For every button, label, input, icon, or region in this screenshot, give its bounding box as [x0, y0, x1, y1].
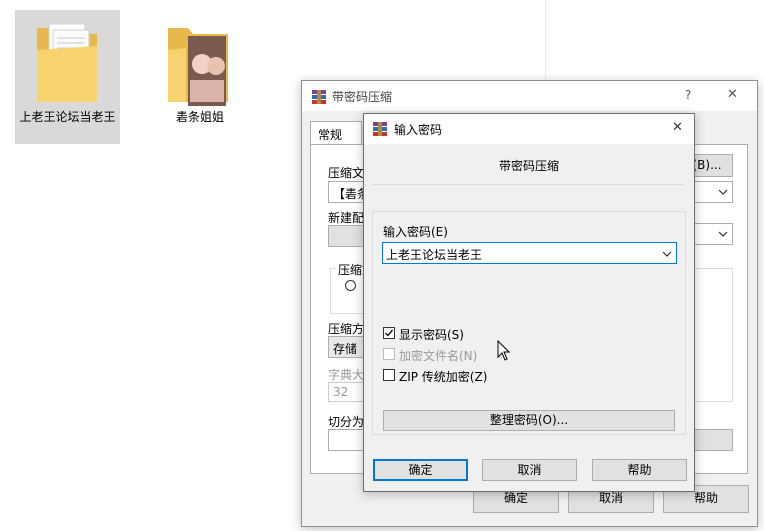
show-password-label: 显示密码(S) — [399, 328, 464, 342]
password-dialog-heading: 带密码压缩 — [498, 159, 559, 173]
encrypt-filenames-label: 加密文件名(N) — [399, 349, 478, 363]
folder-icon — [37, 23, 97, 102]
archive-name-label: 压缩文 — [328, 166, 365, 180]
checkmark-icon — [385, 329, 394, 337]
tab-general[interactable]: 常规 — [310, 121, 362, 145]
desktop-divider — [545, 0, 546, 80]
chevron-down-icon — [718, 231, 728, 237]
desktop-item-label: 砉条姐姐 — [175, 110, 224, 124]
zip-legacy-encryption-checkbox[interactable] — [383, 369, 395, 381]
show-password-checkbox[interactable] — [383, 327, 395, 339]
chevron-down-icon[interactable] — [662, 251, 672, 257]
winrar-icon — [373, 122, 387, 136]
mouse-cursor-icon — [497, 340, 511, 361]
tab-general-label: 常规 — [318, 128, 343, 142]
chevron-down-icon — [718, 189, 728, 195]
zip-legacy-encryption-label: ZIP 传统加密(Z) — [399, 370, 488, 384]
format-radio[interactable] — [345, 280, 356, 291]
password-value: 上老王论坛当老王 — [386, 248, 483, 262]
password-dialog-title: 输入密码 — [394, 123, 443, 137]
new-config-label: 新建配 — [328, 211, 365, 225]
close-icon[interactable]: ✕ — [672, 120, 683, 135]
encrypt-filenames-checkbox[interactable] — [383, 348, 395, 360]
password-dialog: 输入密码 ✕ 带密码压缩 输入密码(E) 上老王论坛当老王 显示密码(S) 加密… — [363, 113, 695, 492]
password-label: 输入密码(E) — [383, 225, 448, 239]
password-title-bar: 输入密码 ✕ — [364, 114, 694, 144]
compression-method-label: 压缩方 — [328, 322, 365, 336]
desktop-folder-item-2[interactable]: 砉条姐姐 — [150, 10, 250, 144]
separator — [372, 184, 684, 185]
help-icon[interactable]: ? — [685, 88, 691, 102]
desktop-folder-item-1[interactable]: 上老王论坛当老王 — [15, 10, 120, 144]
password-cancel-button[interactable]: 取消 — [482, 459, 577, 481]
photo-folder-icon — [168, 28, 228, 106]
split-volume-label: 切分为 — [328, 415, 365, 429]
organize-passwords-button[interactable]: 整理密码(O)... — [383, 410, 675, 431]
winrar-icon — [312, 90, 326, 104]
desktop-item-label: 上老王论坛当老王 — [19, 110, 116, 124]
compression-method-value: 存储 — [333, 342, 358, 356]
dialog-title: 带密码压缩 — [332, 90, 393, 104]
title-bar: 带密码压缩 ? ✕ — [302, 81, 757, 111]
close-icon[interactable]: ✕ — [727, 87, 738, 102]
password-ok-button[interactable]: 确定 — [373, 459, 468, 481]
password-help-button[interactable]: 帮助 — [592, 459, 687, 481]
dictionary-size-value: 32 — [333, 385, 349, 399]
dictionary-size-label: 字典大 — [328, 368, 365, 382]
password-input[interactable]: 上老王论坛当老王 — [382, 242, 677, 264]
